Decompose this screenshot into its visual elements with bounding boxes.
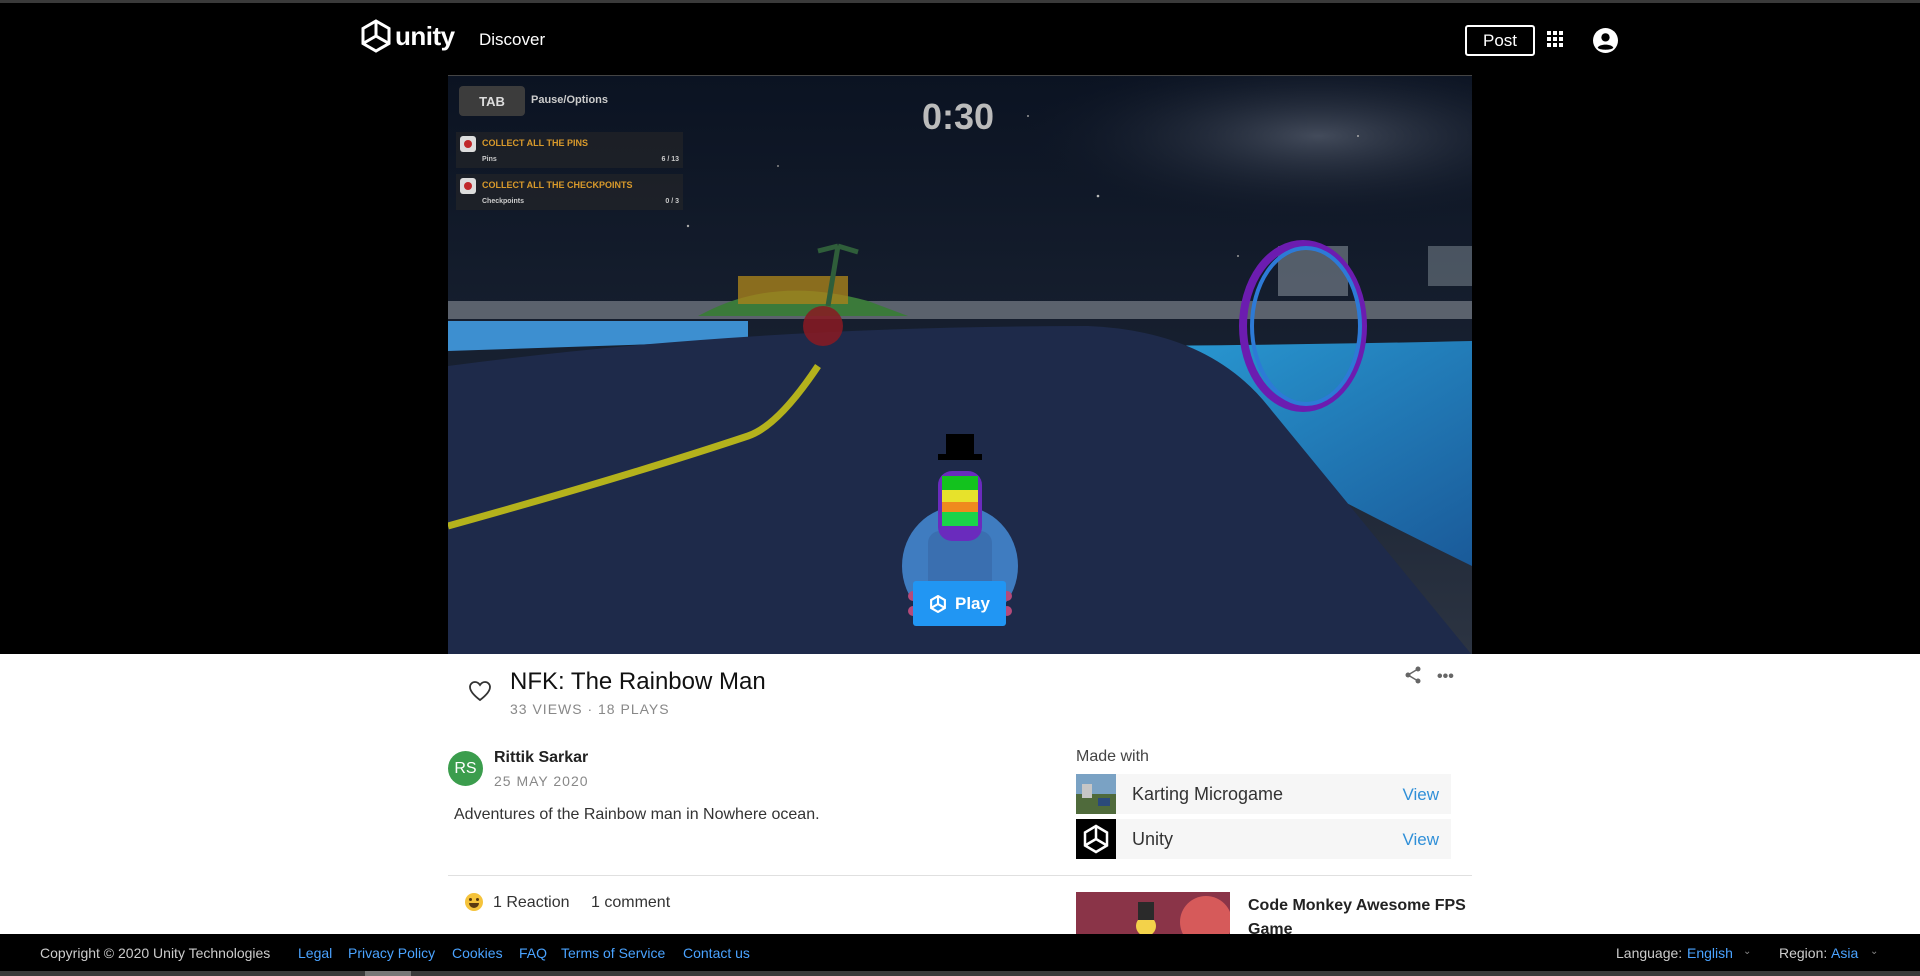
footer: Copyright © 2020 Unity Technologies Lega… [0,934,1920,976]
nav-discover-link[interactable]: Discover [479,30,545,50]
objective-pins: COLLECT ALL THE PINS Pins 6 / 13 [456,132,683,168]
made-with-name: Unity [1132,829,1174,849]
objective-title: COLLECT ALL THE CHECKPOINTS [482,180,633,190]
karting-microgame-thumbnail [1076,774,1116,814]
view-link[interactable]: View [1402,830,1439,850]
made-with-name: Karting Microgame [1132,784,1284,804]
heart-icon[interactable] [468,680,492,702]
language-label: Language: [1616,945,1683,961]
project-title: NFK: The Rainbow Man [510,668,766,695]
account-icon[interactable] [1593,28,1618,53]
reactions-count[interactable]: 1 Reaction [493,894,570,912]
play-button[interactable]: Play [913,581,1006,626]
hud-timer: 0:30 [922,96,995,137]
objective-checkpoints: COLLECT ALL THE CHECKPOINTS Checkpoints … [456,174,683,210]
project-description: Adventures of the Rainbow man in Nowhere… [454,806,820,823]
top-navigation-bar: unity Discover Post [0,0,1920,75]
footer-link-privacy[interactable]: Privacy Policy [348,945,435,961]
objective-title: COLLECT ALL THE PINS [482,138,589,148]
apps-grid-icon[interactable] [1547,31,1563,47]
share-icon[interactable] [1404,666,1422,684]
publish-date: 25 MAY 2020 [494,773,589,789]
hud-pause-label: Pause/Options [531,94,609,106]
game-preview[interactable]: TAB Pause/Options 0:30 COLLECT ALL THE P… [448,75,1472,654]
author-avatar[interactable]: RS [448,751,483,786]
chevron-down-icon[interactable]: ⌄ [1743,946,1751,957]
project-stats: 33 VIEWS · 18 PLAYS [510,701,670,717]
chevron-down-icon[interactable]: ⌄ [1870,946,1878,957]
objective-sub: Checkpoints [482,198,525,205]
view-link[interactable]: View [1402,785,1439,805]
play-label: Play [955,593,990,613]
game-stage: TAB Pause/Options 0:30 COLLECT ALL THE P… [0,75,1920,654]
copyright-text: Copyright © 2020 Unity Technologies [40,945,271,961]
more-options-icon[interactable]: ••• [1437,668,1454,686]
objective-target-icon [460,136,476,152]
objective-count: 6 / 13 [661,156,679,163]
objective-count: 0 / 3 [665,198,679,205]
recommended-thumbnail[interactable] [1076,892,1230,934]
grin-emoji-icon[interactable] [465,893,483,911]
footer-link-contact[interactable]: Contact us [683,945,750,961]
logo-text: unity [395,20,455,51]
hud-tab-key: TAB [459,86,525,116]
post-button[interactable]: Post [1465,25,1535,56]
region-label: Region: [1779,945,1828,961]
comments-count[interactable]: 1 comment [591,894,670,912]
unity-thumbnail-icon [1076,819,1116,859]
scrollbar-thumb[interactable] [365,971,411,976]
language-select[interactable]: English [1687,945,1733,961]
made-with-item-karting[interactable]: Karting Microgame View [1076,774,1451,814]
footer-link-faq[interactable]: FAQ [519,945,547,961]
made-with-item-unity[interactable]: Unity View [1076,819,1451,859]
unity-play-icon [930,594,946,613]
made-with-label: Made with [1076,748,1149,765]
footer-link-terms[interactable]: Terms of Service [561,945,665,961]
objective-sub: Pins [482,156,497,163]
footer-link-legal[interactable]: Legal [298,945,332,961]
unity-logo[interactable]: unity [360,19,455,53]
objective-target-icon [460,178,476,194]
section-divider [448,875,1472,876]
footer-link-cookies[interactable]: Cookies [452,945,503,961]
horizontal-scrollbar[interactable] [0,971,1920,976]
author-name[interactable]: Rittik Sarkar [494,749,588,767]
unity-logo-icon [361,19,391,53]
region-select[interactable]: Asia [1831,945,1858,961]
